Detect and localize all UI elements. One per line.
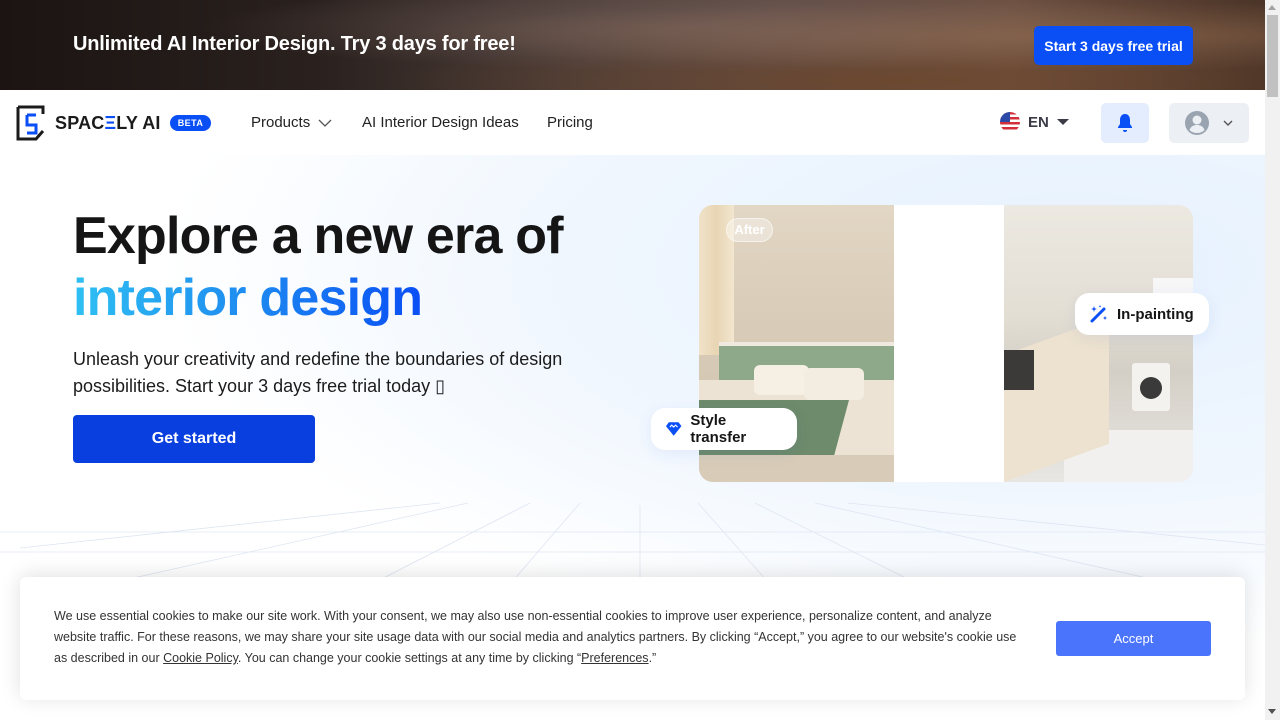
navbar: SPACΞLY AI BETA Products AI Interior Des…: [0, 90, 1265, 155]
us-flag-icon: [1000, 112, 1020, 132]
pillow-shape: [754, 365, 809, 395]
magic-wand-icon: [1090, 305, 1107, 323]
nav-products[interactable]: Products: [251, 114, 332, 131]
chevron-down-icon: [1223, 120, 1233, 126]
page-scrollbar[interactable]: [1265, 0, 1280, 720]
style-transfer-chip[interactable]: Style transfer: [651, 408, 797, 450]
hero-title-line1: Explore a new era of: [73, 207, 564, 265]
bell-icon: [1118, 114, 1132, 132]
nav-products-label: Products: [251, 114, 311, 131]
logo-e: Ξ: [104, 113, 117, 133]
chevron-down-icon: [318, 119, 332, 127]
user-menu-button[interactable]: [1169, 103, 1249, 143]
washer-shape: [1132, 363, 1170, 411]
decorative-grid: [0, 502, 1265, 590]
hero-subtitle: Unleash your creativity and redefine the…: [73, 349, 563, 396]
promo-banner: Unlimited AI Interior Design. Try 3 days…: [0, 0, 1265, 90]
logo-wordmark[interactable]: SPACΞLY AI: [55, 113, 161, 134]
in-painting-label: In-painting: [1117, 305, 1194, 323]
cookie-policy-link[interactable]: Cookie Policy: [163, 651, 238, 665]
kitchen-before-image: [1004, 205, 1193, 482]
notifications-button[interactable]: [1101, 103, 1149, 143]
language-selector[interactable]: EN: [1000, 112, 1069, 132]
after-badge: After: [726, 218, 773, 242]
preferences-link[interactable]: Preferences: [581, 651, 648, 665]
scroll-down-arrow-icon[interactable]: [1268, 709, 1276, 714]
accept-cookies-button[interactable]: Accept: [1056, 621, 1211, 656]
beta-badge: BETA: [170, 115, 211, 131]
cookie-banner: We use essential cookies to make our sit…: [20, 577, 1245, 700]
nav-ai-interior-design-ideas[interactable]: AI Interior Design Ideas: [362, 114, 519, 131]
cookie-text: We use essential cookies to make our sit…: [54, 606, 1029, 669]
in-painting-chip[interactable]: In-painting: [1075, 293, 1209, 335]
logo-suffix: LY AI: [116, 113, 161, 133]
microwave-shape: [1004, 350, 1034, 390]
start-free-trial-button[interactable]: Start 3 days free trial: [1034, 26, 1193, 65]
style-transfer-label: Style transfer: [690, 412, 747, 446]
hero-title: Explore a new era of interior design: [73, 205, 564, 329]
logo-prefix: SPAC: [55, 113, 105, 133]
hero-title-highlight: interior design: [73, 269, 423, 327]
pillow-shape: [804, 368, 864, 400]
diamond-icon: [665, 422, 682, 436]
caret-down-icon: [1056, 119, 1069, 125]
spacely-logo-icon[interactable]: [16, 105, 45, 141]
promo-text: Unlimited AI Interior Design. Try 3 days…: [73, 33, 516, 55]
get-started-button[interactable]: Get started: [73, 415, 315, 463]
nav-pricing[interactable]: Pricing: [547, 114, 593, 131]
language-code: EN: [1028, 113, 1049, 131]
cookie-text-part3: .”: [648, 651, 657, 665]
scroll-up-arrow-icon[interactable]: [1268, 5, 1276, 10]
cookie-text-part2: . You can change your cookie settings at…: [237, 651, 582, 665]
scrollbar-thumb[interactable]: [1267, 15, 1278, 97]
floor-shape: [699, 455, 894, 482]
user-avatar-icon: [1185, 111, 1209, 135]
